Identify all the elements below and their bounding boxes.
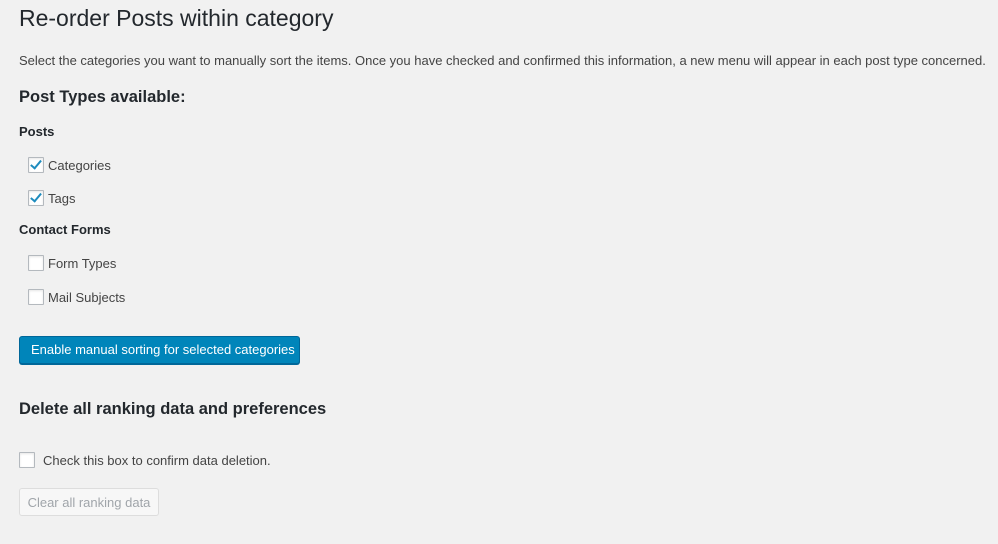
checkbox-row-mail-subjects[interactable]: Mail Subjects — [28, 289, 125, 305]
form-types-checkbox[interactable] — [28, 255, 44, 271]
page-title: Re-order Posts within category — [19, 5, 334, 31]
confirm-deletion-label: Check this box to confirm data deletion. — [43, 452, 271, 468]
categories-label: Categories — [48, 157, 111, 173]
post-types-heading: Post Types available: — [19, 88, 186, 106]
mail-subjects-label: Mail Subjects — [48, 289, 126, 305]
checkbox-row-confirm-deletion[interactable]: Check this box to confirm data deletion. — [19, 452, 271, 468]
group-label-contact-forms: Contact Forms — [19, 222, 111, 237]
checkbox-row-form-types[interactable]: Form Types — [28, 255, 116, 271]
mail-subjects-checkbox[interactable] — [28, 289, 44, 305]
checkbox-row-categories[interactable]: Categories — [28, 157, 111, 173]
tags-label: Tags — [48, 190, 76, 206]
form-types-label: Form Types — [48, 255, 117, 271]
categories-checkbox[interactable] — [28, 157, 44, 173]
delete-section-heading: Delete all ranking data and preferences — [19, 400, 327, 418]
intro-text: Select the categories you want to manual… — [19, 53, 986, 68]
clear-ranking-button[interactable]: Clear all ranking data — [19, 488, 159, 516]
group-label-posts: Posts — [19, 124, 55, 139]
tags-checkbox[interactable] — [28, 190, 44, 206]
enable-sorting-button[interactable]: Enable manual sorting for selected categ… — [19, 336, 300, 364]
checkbox-row-tags[interactable]: Tags — [28, 190, 75, 206]
confirm-deletion-checkbox[interactable] — [19, 452, 35, 468]
